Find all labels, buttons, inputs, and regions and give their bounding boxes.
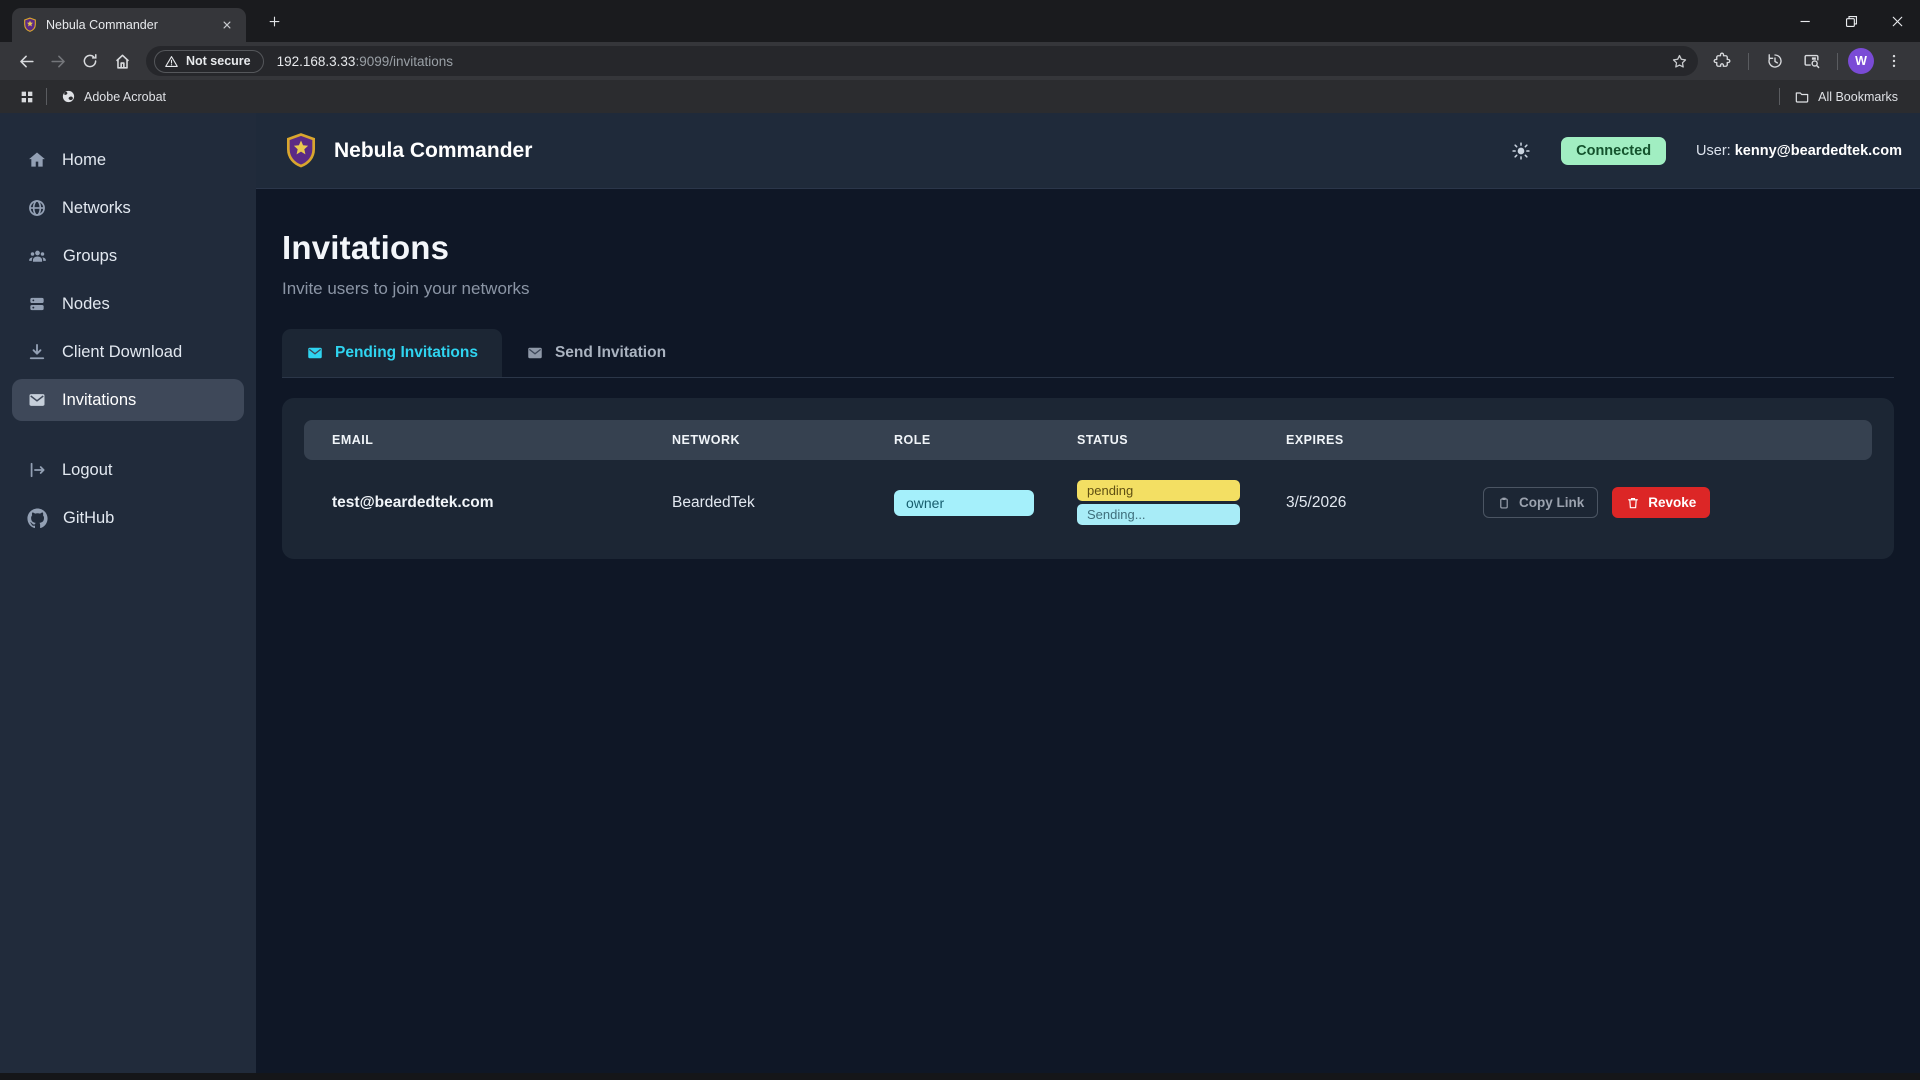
row-role: owner <box>894 490 1077 516</box>
bookmark-star-icon[interactable] <box>1671 53 1688 70</box>
minimize-button[interactable] <box>1782 0 1828 42</box>
url-text[interactable]: 192.168.3.33:9099/invitations <box>277 54 1671 69</box>
profile-avatar[interactable]: W <box>1848 48 1874 74</box>
extensions-icon[interactable] <box>1706 45 1738 77</box>
browser-tab[interactable]: Nebula Commander <box>12 8 246 42</box>
bookmarks-separator <box>46 88 47 105</box>
close-button[interactable] <box>1874 0 1920 42</box>
content-tabs: Pending Invitations Send Invitation <box>282 329 1894 378</box>
sidebar-item-logout[interactable]: Logout <box>12 449 244 491</box>
mail-icon <box>27 390 47 410</box>
theme-toggle-sun-icon[interactable] <box>1511 141 1531 161</box>
download-icon <box>27 342 47 362</box>
address-bar[interactable]: Not secure 192.168.3.33:9099/invitations <box>146 46 1698 76</box>
page-subtitle: Invite users to join your networks <box>282 279 1894 299</box>
folder-icon <box>1794 89 1810 105</box>
window-bottom-edge <box>0 1073 1920 1080</box>
bookmark-adobe-acrobat[interactable]: Adobe Acrobat <box>53 85 174 108</box>
history-icon[interactable] <box>1759 45 1791 77</box>
main-column: Nebula Commander Connected User: kenny@b… <box>256 113 1920 1073</box>
tab-pending-invitations[interactable]: Pending Invitations <box>282 329 502 377</box>
table-row: test@beardedtek.com BeardedTek owner pen… <box>304 460 1872 531</box>
tab-send-invitation[interactable]: Send Invitation <box>502 329 690 377</box>
column-header-expires: EXPIRES <box>1286 433 1483 447</box>
column-header-email: EMAIL <box>332 433 672 447</box>
not-secure-chip[interactable]: Not secure <box>154 50 264 73</box>
tab-favicon-shield-icon <box>22 17 38 33</box>
sidebar-item-home[interactable]: Home <box>12 139 244 181</box>
browser-titlebar: Nebula Commander <box>0 0 1920 42</box>
sidebar-item-github[interactable]: GitHub <box>12 497 244 539</box>
all-bookmarks-button[interactable]: All Bookmarks <box>1786 85 1906 109</box>
app-window: Home Networks Groups Nodes Client Downlo… <box>0 113 1920 1073</box>
sidebar-spacer <box>12 427 244 449</box>
sidebar-item-networks[interactable]: Networks <box>12 187 244 229</box>
user-info: User: kenny@beardedtek.com <box>1696 143 1902 159</box>
clipboard-icon <box>1497 496 1511 510</box>
page-title: Invitations <box>282 229 1894 267</box>
bookmarks-bar: Adobe Acrobat All Bookmarks <box>0 80 1920 113</box>
not-secure-label: Not secure <box>186 54 251 68</box>
row-network: BeardedTek <box>672 494 894 512</box>
sidebar-item-client-download[interactable]: Client Download <box>12 331 244 373</box>
status-sending-badge: Sending... <box>1077 504 1240 525</box>
sidebar: Home Networks Groups Nodes Client Downlo… <box>0 113 256 1073</box>
warning-icon <box>164 54 179 69</box>
trash-icon <box>1626 496 1640 510</box>
row-status: pending Sending... <box>1077 480 1240 525</box>
row-actions: Copy Link Revoke <box>1483 487 1872 518</box>
new-tab-button[interactable] <box>260 7 288 35</box>
forward-icon[interactable] <box>42 45 74 77</box>
globe-icon <box>27 198 47 218</box>
menu-kebab-icon[interactable] <box>1878 45 1910 77</box>
mail-icon <box>526 344 544 362</box>
app-header: Nebula Commander Connected User: kenny@b… <box>256 113 1920 189</box>
tab-title: Nebula Commander <box>46 18 210 32</box>
toolbar-separator <box>1748 53 1749 70</box>
github-icon <box>27 508 48 529</box>
row-email: test@beardedtek.com <box>332 494 672 512</box>
table-header: EMAIL NETWORK ROLE STATUS EXPIRES <box>304 420 1872 460</box>
copy-link-button[interactable]: Copy Link <box>1483 487 1598 518</box>
status-pending-badge: pending <box>1077 480 1240 501</box>
window-controls <box>1782 0 1920 42</box>
brand-name: Nebula Commander <box>334 139 532 163</box>
role-badge: owner <box>894 490 1034 516</box>
restore-button[interactable] <box>1828 0 1874 42</box>
users-icon <box>27 246 48 267</box>
column-header-role: ROLE <box>894 433 1077 447</box>
bookmarks-separator <box>1779 88 1780 105</box>
tab-search-icon[interactable] <box>1795 45 1827 77</box>
page-content: Invitations Invite users to join your ne… <box>256 189 1920 599</box>
row-expires: 3/5/2026 <box>1286 494 1483 512</box>
revoke-button[interactable]: Revoke <box>1612 487 1710 518</box>
user-email: kenny@beardedtek.com <box>1735 143 1902 159</box>
column-header-network: NETWORK <box>672 433 894 447</box>
mail-icon <box>306 344 324 362</box>
shield-logo-icon <box>282 132 320 170</box>
logout-icon <box>27 460 47 480</box>
sidebar-item-groups[interactable]: Groups <box>12 235 244 277</box>
browser-toolbar: Not secure 192.168.3.33:9099/invitations… <box>0 42 1920 80</box>
home-icon[interactable] <box>106 45 138 77</box>
home-icon <box>27 150 47 170</box>
back-icon[interactable] <box>10 45 42 77</box>
toolbar-separator <box>1837 53 1838 70</box>
reload-icon[interactable] <box>74 45 106 77</box>
tab-close-icon[interactable] <box>218 16 236 34</box>
apps-grid-icon[interactable] <box>14 84 40 110</box>
server-icon <box>27 294 47 314</box>
globe-favicon-icon <box>61 89 76 104</box>
sidebar-item-nodes[interactable]: Nodes <box>12 283 244 325</box>
connection-status-badge: Connected <box>1561 137 1666 165</box>
toolbar-right-icons: W <box>1706 45 1910 77</box>
column-header-status: STATUS <box>1077 433 1286 447</box>
invitations-card: EMAIL NETWORK ROLE STATUS EXPIRES test@b… <box>282 398 1894 559</box>
brand: Nebula Commander <box>282 132 532 170</box>
sidebar-item-invitations[interactable]: Invitations <box>12 379 244 421</box>
